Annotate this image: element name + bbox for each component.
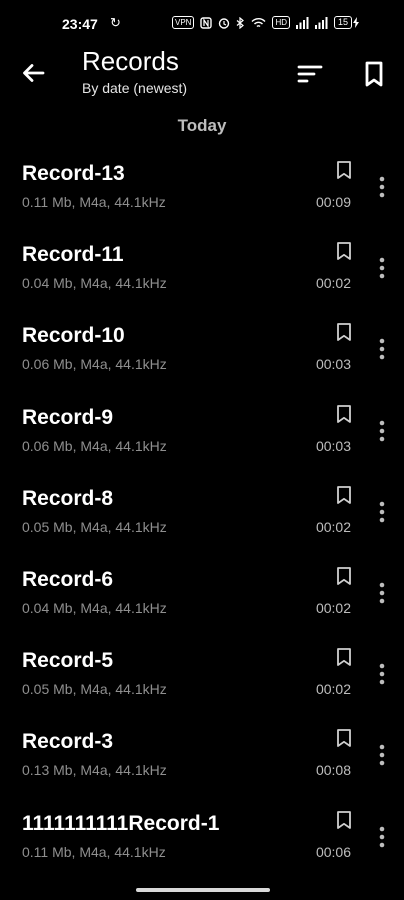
more-vertical-icon[interactable] xyxy=(372,174,392,200)
record-row[interactable]: Record-6 0.04 Mb, M4a, 44.1kHz 00:02 xyxy=(0,558,404,639)
record-row[interactable]: Record-5 0.05 Mb, M4a, 44.1kHz 00:02 xyxy=(0,639,404,720)
record-meta: 0.13 Mb, M4a, 44.1kHz xyxy=(22,762,167,779)
bookmark-outline-icon[interactable] xyxy=(335,810,353,830)
record-name: Record-3 xyxy=(22,730,114,754)
bookmark-outline-icon[interactable] xyxy=(335,160,353,180)
bookmark-outline-icon[interactable] xyxy=(335,485,353,505)
bookmark-outline-icon[interactable] xyxy=(335,647,353,667)
battery-icon: 15 xyxy=(334,16,360,29)
record-meta: 0.04 Mb, M4a, 44.1kHz xyxy=(22,599,167,616)
record-name: Record-6 xyxy=(22,567,114,591)
more-vertical-icon[interactable] xyxy=(372,661,392,687)
record-duration: 00:06 xyxy=(315,843,351,860)
record-duration: 00:03 xyxy=(315,437,351,454)
page-title: Records xyxy=(82,46,179,76)
record-name: Record-10 xyxy=(22,324,125,348)
bookmark-outline-icon[interactable] xyxy=(335,241,353,261)
battery-level: 15 xyxy=(334,16,353,29)
status-icons: VPN HD 15 xyxy=(172,16,360,29)
bookmarks-button[interactable] xyxy=(360,60,388,88)
sort-button[interactable] xyxy=(296,60,324,88)
record-row[interactable]: Record-8 0.05 Mb, M4a, 44.1kHz 00:02 xyxy=(0,477,404,558)
record-duration: 00:08 xyxy=(315,762,351,779)
record-name: Record-13 xyxy=(22,162,125,185)
record-duration: 00:02 xyxy=(315,275,351,292)
alarm-icon xyxy=(219,17,230,29)
bookmark-outline-icon[interactable] xyxy=(335,322,353,342)
more-vertical-icon[interactable] xyxy=(372,418,392,444)
sort-order-label: By date (newest) xyxy=(82,80,188,96)
record-row[interactable]: Record-13 0.11 Mb, M4a, 44.1kHz 00:09 xyxy=(0,152,404,233)
record-meta: 0.05 Mb, M4a, 44.1kHz xyxy=(22,681,167,698)
nfc-icon xyxy=(200,16,213,29)
more-vertical-icon[interactable] xyxy=(372,336,392,362)
record-row[interactable]: Record-3 0.13 Mb, M4a, 44.1kHz 00:08 xyxy=(0,720,404,801)
more-vertical-icon[interactable] xyxy=(372,580,392,606)
signal-2-icon xyxy=(315,16,328,29)
records-list: Record-13 0.11 Mb, M4a, 44.1kHz 00:09 Re… xyxy=(0,152,404,883)
record-meta: 0.11 Mb, M4a, 44.1kHz xyxy=(22,843,166,860)
record-name: Record-5 xyxy=(22,649,114,673)
record-row[interactable]: Record-10 0.06 Mb, M4a, 44.1kHz 00:03 xyxy=(0,314,404,395)
hd-icon: HD xyxy=(272,16,291,29)
bookmark-outline-icon[interactable] xyxy=(335,404,353,424)
bookmark-outline-icon[interactable] xyxy=(335,566,353,586)
bluetooth-icon xyxy=(237,16,245,29)
more-vertical-icon[interactable] xyxy=(372,499,392,525)
app-toolbar: Records By date (newest) xyxy=(0,44,404,104)
record-meta: 0.11 Mb, M4a, 44.1kHz xyxy=(22,194,166,210)
record-name: Record-8 xyxy=(22,486,114,510)
sort-icon xyxy=(297,65,323,83)
record-name: 1111111111Record-1 xyxy=(22,811,220,835)
section-header-today: Today xyxy=(177,116,227,135)
arrow-left-icon xyxy=(23,64,45,82)
record-meta: 0.04 Mb, M4a, 44.1kHz xyxy=(22,275,167,292)
bookmark-outline-icon[interactable] xyxy=(335,728,353,748)
record-duration: 00:02 xyxy=(315,599,351,616)
record-duration: 00:03 xyxy=(315,356,351,373)
record-meta: 0.06 Mb, M4a, 44.1kHz xyxy=(22,356,167,373)
more-vertical-icon[interactable] xyxy=(372,824,392,850)
signal-1-icon xyxy=(296,16,309,29)
vpn-icon: VPN xyxy=(172,16,195,29)
more-vertical-icon[interactable] xyxy=(372,742,392,768)
status-bar: 23:47 ↻ VPN HD 15 xyxy=(0,0,404,48)
status-time: 23:47 xyxy=(62,16,98,32)
record-meta: 0.05 Mb, M4a, 44.1kHz xyxy=(22,518,167,535)
bookmark-icon xyxy=(365,61,383,87)
sync-icon: ↻ xyxy=(110,15,121,30)
charging-icon xyxy=(353,17,360,28)
record-row[interactable]: Record-9 0.06 Mb, M4a, 44.1kHz 00:03 xyxy=(0,396,404,477)
record-row[interactable]: Record-11 0.04 Mb, M4a, 44.1kHz 00:02 xyxy=(0,233,404,314)
home-indicator[interactable] xyxy=(136,888,270,892)
record-duration: 00:02 xyxy=(315,681,351,698)
record-meta: 0.06 Mb, M4a, 44.1kHz xyxy=(22,437,167,454)
wifi-icon xyxy=(251,17,266,27)
more-vertical-icon[interactable] xyxy=(372,255,392,281)
record-duration: 00:09 xyxy=(315,194,351,210)
record-name: Record-11 xyxy=(22,243,124,267)
record-name: Record-9 xyxy=(22,405,114,429)
record-duration: 00:02 xyxy=(315,518,351,535)
record-row[interactable]: 1111111111Record-1 0.11 Mb, M4a, 44.1kHz… xyxy=(0,802,404,883)
back-button[interactable] xyxy=(18,58,48,88)
